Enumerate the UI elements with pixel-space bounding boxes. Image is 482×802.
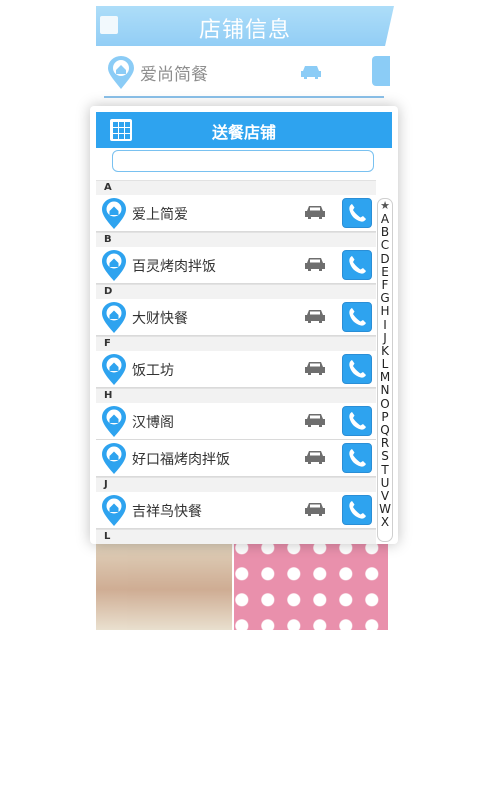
section-header: B xyxy=(96,232,376,247)
phone-icon[interactable] xyxy=(342,354,372,384)
section-header: F xyxy=(96,336,376,351)
star-icon[interactable]: ★ xyxy=(378,199,392,213)
car-icon[interactable] xyxy=(304,256,326,276)
car-icon[interactable] xyxy=(304,412,326,432)
shop-list-panel: 送餐店铺 A 爱上简爱 B 百灵烤肉拌饭 D 大财快餐 F 饭工坊 H 汉博阁好口福烤肉拌饭 J 吉祥… xyxy=(90,106,398,544)
background-title: 店铺信息 xyxy=(198,18,291,43)
shop-row[interactable]: 好口福烤肉拌饭 xyxy=(96,440,376,477)
food-photo xyxy=(96,540,232,630)
car-icon[interactable] xyxy=(304,501,326,521)
index-letter[interactable]: D xyxy=(378,252,392,266)
section-header: J xyxy=(96,477,376,492)
section-header: H xyxy=(96,388,376,403)
map-pin-icon xyxy=(100,406,128,442)
phone-icon[interactable] xyxy=(342,495,372,525)
section-header: L xyxy=(96,529,376,544)
shop-name: 大财快餐 xyxy=(132,311,188,327)
index-letter[interactable]: N xyxy=(378,384,392,397)
shop-list: A 爱上简爱 B 百灵烤肉拌饭 D 大财快餐 F 饭工坊 H 汉博阁好口福烤肉拌饭 J 吉祥鸟快餐 L xyxy=(96,180,376,544)
shop-row[interactable]: 百灵烤肉拌饭 xyxy=(96,247,376,284)
shop-name: 饭工坊 xyxy=(132,363,174,379)
phone-icon[interactable] xyxy=(342,443,372,473)
cupcake-photo xyxy=(234,540,388,630)
index-letter[interactable]: U xyxy=(378,476,392,490)
phone-icon[interactable] xyxy=(342,198,372,228)
section-header: D xyxy=(96,284,376,299)
map-pin-icon xyxy=(100,354,128,390)
index-letter[interactable]: E xyxy=(378,265,392,279)
phone-icon xyxy=(372,56,390,86)
index-letter[interactable]: C xyxy=(378,239,392,252)
index-letter[interactable]: H xyxy=(378,305,392,318)
shop-row[interactable]: 大财快餐 xyxy=(96,299,376,336)
map-pin-icon xyxy=(100,443,128,479)
index-letter[interactable]: J xyxy=(378,331,392,345)
map-pin-icon xyxy=(100,198,128,234)
shop-row[interactable]: 汉博阁 xyxy=(96,403,376,440)
index-letter[interactable]: I xyxy=(378,318,392,332)
phone-icon[interactable] xyxy=(342,250,372,280)
car-icon[interactable] xyxy=(304,308,326,328)
panel-title: 送餐店铺 xyxy=(211,123,276,142)
background-shop-row: 爱尚简餐 xyxy=(104,56,390,98)
index-letter[interactable]: T xyxy=(378,463,392,477)
phone-icon[interactable] xyxy=(342,302,372,332)
shop-row[interactable]: 饭工坊 xyxy=(96,351,376,388)
map-pin-icon xyxy=(100,302,128,338)
car-icon[interactable] xyxy=(304,204,326,224)
car-icon[interactable] xyxy=(304,360,326,380)
index-letter[interactable]: O xyxy=(378,397,392,411)
background-photos xyxy=(96,540,388,630)
background-header: 店铺信息 xyxy=(96,6,394,46)
shop-row[interactable]: 爱上简爱 xyxy=(96,195,376,232)
shop-name: 爱上简爱 xyxy=(132,207,188,223)
alphabet-index[interactable]: ★ A B C D E F G H I J K L M N O P Q R S T U V W X xyxy=(377,198,393,542)
section-header: A xyxy=(96,180,376,195)
map-pin-icon xyxy=(100,250,128,286)
map-pin-icon xyxy=(100,495,128,531)
panel-header: 送餐店铺 xyxy=(96,112,392,148)
shop-name: 吉祥鸟快餐 xyxy=(132,504,202,520)
car-icon xyxy=(300,64,322,84)
phone-icon[interactable] xyxy=(342,406,372,436)
index-letter[interactable]: S xyxy=(378,450,392,463)
map-pin-icon xyxy=(106,56,136,94)
car-icon[interactable] xyxy=(304,449,326,469)
search-input[interactable] xyxy=(112,150,374,172)
shop-name: 汉博阁 xyxy=(132,415,174,431)
shop-name: 百灵烤肉拌饭 xyxy=(132,259,216,275)
background-shop-name: 爱尚简餐 xyxy=(140,65,208,85)
shop-name: 好口福烤肉拌饭 xyxy=(132,452,230,468)
index-letter[interactable]: X xyxy=(378,516,392,529)
shop-row[interactable]: 吉祥鸟快餐 xyxy=(96,492,376,529)
